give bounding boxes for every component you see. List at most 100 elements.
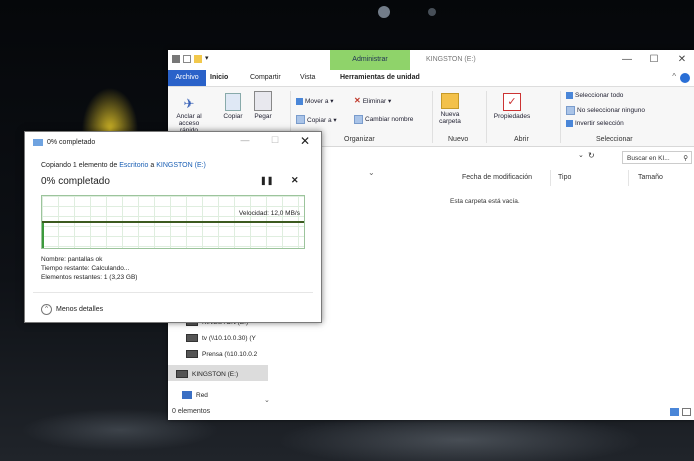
nav-item-network[interactable]: Red: [182, 391, 208, 399]
less-details-label: Menos detalles: [56, 306, 104, 313]
invert-selection-button[interactable]: Invertir selección: [566, 120, 624, 127]
new-folder-button[interactable]: Nueva carpeta: [436, 93, 464, 125]
copying-to-word: a: [150, 162, 155, 169]
group-label-select: Seleccionar: [596, 136, 633, 143]
properties-icon: ✓: [503, 93, 521, 111]
move-to-label: Mover a ▾: [305, 98, 334, 105]
network-drive-icon: [186, 334, 198, 342]
chevron-down-icon[interactable]: ⌄: [264, 396, 270, 404]
percent-complete: 0% completado: [41, 176, 110, 187]
drive-icon: [172, 55, 180, 63]
select-none-label: No seleccionar ninguno: [577, 107, 645, 114]
desktop-reflection: [378, 6, 390, 18]
select-all-icon: [566, 92, 573, 99]
close-button[interactable]: ✕: [295, 134, 315, 148]
pin-quick-access-button[interactable]: ✈ Anclar al acceso rápido: [172, 96, 206, 135]
delete-button[interactable]: ✕ Eliminar ▾: [354, 96, 391, 105]
properties-icon[interactable]: [183, 55, 191, 63]
column-divider[interactable]: [628, 170, 629, 186]
paste-label: Pegar: [254, 113, 272, 120]
invert-selection-label: Invertir selección: [575, 120, 624, 127]
tab-home[interactable]: Inicio: [206, 70, 232, 86]
new-folder-icon: [441, 93, 459, 109]
maximize-button: ☐: [270, 135, 280, 145]
refresh-icon[interactable]: ↻: [588, 151, 595, 160]
title-bar: ▾ Administrar KINGSTON (E:) — ☐ ✕: [168, 50, 694, 70]
paste-button[interactable]: Pegar: [250, 91, 276, 120]
file-name: Nombre: pantallas ok: [41, 256, 103, 263]
copy-to-button[interactable]: Copiar a ▾: [296, 115, 337, 124]
nav-item-kingston-drive[interactable]: KINGSTON (E:): [176, 370, 238, 378]
speed-line: [42, 221, 304, 223]
select-none-button[interactable]: No seleccionar ninguno: [566, 106, 645, 115]
maximize-button[interactable]: ☐: [643, 52, 665, 68]
nav-item-tv[interactable]: tv (\\10.10.0.30) (Y: [186, 334, 256, 342]
quick-access-toolbar: ▾: [172, 55, 211, 63]
nav-item-label: tv (\\10.10.0.30) (Y: [202, 334, 256, 342]
copy-button[interactable]: Copiar: [220, 93, 246, 120]
speed-label: Velocidad: 12,0 MB/s: [238, 210, 300, 217]
tab-manage[interactable]: Administrar: [330, 50, 410, 70]
group-divider: [560, 91, 561, 143]
invert-selection-icon: [566, 120, 573, 127]
nav-item-prensa[interactable]: Prensa (\\10.10.0.2: [186, 350, 257, 358]
nav-item-label: Red: [196, 391, 208, 399]
delete-icon: ✕: [354, 96, 361, 105]
folder-icon[interactable]: [194, 55, 202, 63]
close-button[interactable]: ✕: [671, 52, 693, 68]
status-bar-item-count: 0 elementos: [172, 408, 211, 415]
tab-share[interactable]: Compartir: [246, 70, 285, 86]
copy-to-label: Copiar a ▾: [307, 116, 337, 124]
minimize-button[interactable]: —: [616, 52, 638, 68]
desktop-reflection: [428, 8, 436, 16]
new-folder-label: Nueva carpeta: [439, 111, 461, 125]
large-icons-view-icon[interactable]: [682, 408, 691, 416]
copy-icon: [33, 139, 43, 146]
search-input[interactable]: Buscar en KI... ⚲: [622, 151, 692, 164]
minimize-button[interactable]: —: [235, 135, 255, 145]
column-divider[interactable]: [550, 170, 551, 186]
dialog-title: 0% completado: [47, 139, 96, 146]
less-details-button[interactable]: ^ Menos detalles: [41, 304, 103, 315]
rename-label: Cambiar nombre: [365, 116, 414, 123]
collapse-chevron-icon[interactable]: ⌄: [368, 168, 375, 177]
usb-drive-icon: [176, 370, 188, 378]
move-icon: [296, 97, 303, 105]
network-icon: [182, 391, 192, 399]
cancel-button[interactable]: ✕: [291, 175, 299, 186]
chevron-down-icon[interactable]: ▾: [205, 55, 211, 63]
column-header-size[interactable]: Tamaño: [638, 174, 663, 181]
search-icon: ⚲: [683, 155, 688, 162]
delete-label: Eliminar ▾: [362, 97, 392, 105]
properties-button[interactable]: ✓ Propiedades: [490, 93, 534, 120]
items-remaining: Elementos restantes: 1 (3,23 GB): [41, 274, 138, 281]
tab-view[interactable]: Vista: [296, 70, 319, 86]
rename-button[interactable]: Cambiar nombre: [354, 115, 413, 124]
column-header-type[interactable]: Tipo: [558, 174, 571, 181]
tab-drive-tools[interactable]: Herramientas de unidad: [336, 70, 424, 86]
pin-icon: ✈: [183, 96, 195, 111]
copy-description: Copiando 1 elemento de Escritorio a KING…: [41, 162, 206, 169]
address-dropdown-icon[interactable]: ⌄: [578, 151, 584, 159]
details-view-icon[interactable]: [670, 408, 679, 416]
nav-item-label: Prensa (\\10.10.0.2: [202, 350, 258, 358]
help-icon[interactable]: [680, 73, 690, 83]
source-link[interactable]: Escritorio: [119, 162, 148, 169]
properties-label: Propiedades: [493, 113, 531, 120]
copy-label: Copiar: [223, 113, 243, 120]
dialog-title-bar: 0% completado: [33, 139, 95, 146]
select-all-button[interactable]: Seleccionar todo: [566, 92, 623, 99]
select-none-icon: [566, 106, 575, 115]
tab-file[interactable]: Archivo: [168, 70, 206, 86]
network-drive-icon: [186, 350, 198, 358]
pause-button[interactable]: ❚❚: [260, 176, 273, 185]
move-to-button[interactable]: Mover a ▾: [296, 97, 334, 105]
chevron-up-icon[interactable]: ^: [672, 72, 676, 81]
ribbon-tabs: Archivo Inicio Compartir Vista Herramien…: [168, 70, 694, 87]
destination-link[interactable]: KINGSTON (E:): [156, 162, 206, 169]
empty-folder-message: Esta carpeta está vacía.: [450, 198, 520, 205]
copying-prefix: Copiando 1 elemento de: [41, 162, 118, 169]
divider: [33, 292, 313, 293]
nav-item-label: KINGSTON (E:): [192, 370, 239, 378]
column-header-modified[interactable]: Fecha de modificación: [462, 174, 532, 181]
